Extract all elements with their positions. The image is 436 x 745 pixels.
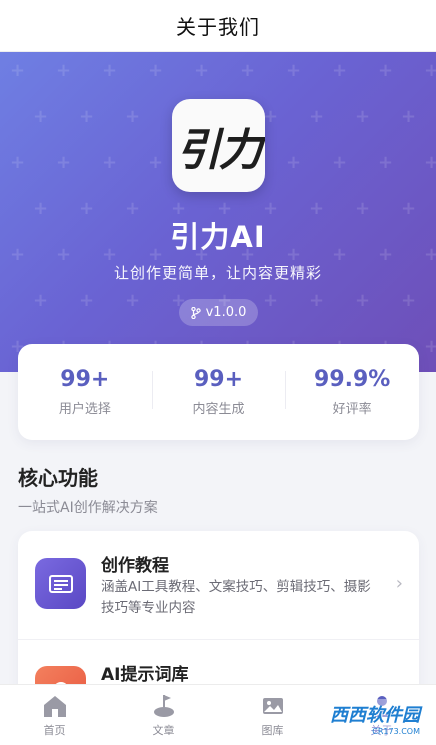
pattern-plus: + <box>332 152 348 173</box>
pattern-plus: + <box>424 152 436 173</box>
pattern-plus: + <box>401 290 417 311</box>
stat-rating: 99.9% 好评率 <box>285 367 419 417</box>
pattern-plus: + <box>286 152 302 173</box>
version-text: v1.0.0 <box>205 305 247 320</box>
pattern-plus: + <box>125 290 141 311</box>
pattern-plus: + <box>332 60 348 81</box>
top-bar: 关于我们 <box>0 0 436 52</box>
pattern-plus: + <box>56 60 72 81</box>
chevron-right-icon: › <box>395 573 403 594</box>
pattern-plus: + <box>33 290 49 311</box>
pattern-plus: + <box>355 290 371 311</box>
stat-value: 99.9% <box>314 367 391 392</box>
hero-banner: + + + + + + + + + + + + + + + + + + + + + + + + + + + + + + + + + + + + + + + +… <box>0 52 436 372</box>
app-name: 引力AI <box>170 220 266 254</box>
nav-item-articles[interactable]: 文章 <box>109 685 218 745</box>
stat-label: 内容生成 <box>192 402 245 417</box>
pattern-plus: + <box>378 152 394 173</box>
pattern-plus: + <box>10 152 26 173</box>
stat-value: 99+ <box>60 367 110 392</box>
pattern-plus: + <box>424 336 436 357</box>
pattern-plus: + <box>56 152 72 173</box>
pattern-plus: + <box>286 60 302 81</box>
app-logo: 引力 <box>172 99 265 192</box>
branch-icon <box>190 306 201 319</box>
nav-item-gallery[interactable]: 图库 <box>218 685 327 745</box>
pattern-plus: + <box>263 106 279 127</box>
nav-label: 关于 <box>370 724 393 737</box>
pattern-plus: + <box>240 60 256 81</box>
pattern-plus: + <box>125 106 141 127</box>
feature-title: 创作教程 <box>101 556 169 576</box>
pattern-plus: + <box>355 106 371 127</box>
nav-label: 文章 <box>152 724 175 737</box>
stat-label: 好评率 <box>332 402 372 417</box>
feature-title: AI提示词库 <box>101 665 189 685</box>
stats-card: 99+ 用户选择 99+ 内容生成 99.9% 好评率 <box>18 344 419 440</box>
stat-content: 99+ 内容生成 <box>151 367 286 417</box>
article-icon <box>153 695 174 717</box>
feature-item-tutorials[interactable]: 创作教程 涵盖AI工具教程、文案技巧、剪辑技巧、摄影技巧等专业内容 › <box>18 531 419 639</box>
nav-item-home[interactable]: 首页 <box>0 685 109 745</box>
feature-description: 涵盖AI工具教程、文案技巧、剪辑技巧、摄影技巧等专业内容 <box>101 579 371 616</box>
pattern-plus: + <box>102 60 118 81</box>
stat-value: 99+ <box>193 367 244 392</box>
pattern-plus: + <box>33 106 49 127</box>
pattern-plus: + <box>194 60 210 81</box>
pattern-plus: + <box>378 60 394 81</box>
pattern-plus: + <box>309 106 325 127</box>
pattern-plus: + <box>309 290 325 311</box>
home-icon <box>43 696 66 717</box>
nav-item-about[interactable]: 关于 <box>327 685 436 745</box>
book-icon <box>35 558 86 609</box>
pattern-plus: + <box>148 152 164 173</box>
about-icon <box>372 696 391 717</box>
gallery-icon <box>262 698 283 714</box>
app-slogan: 让创作更简单，让内容更精彩 <box>113 264 322 282</box>
pattern-plus: + <box>424 60 436 81</box>
pattern-plus: + <box>79 290 95 311</box>
stat-label: 用户选择 <box>58 402 111 417</box>
page-title: 关于我们 <box>176 15 260 39</box>
pattern-plus: + <box>401 106 417 127</box>
nav-label: 首页 <box>43 724 66 737</box>
section-subtitle: 一站式AI创作解决方案 <box>18 500 158 516</box>
pattern-plus: + <box>79 106 95 127</box>
pattern-plus: + <box>263 290 279 311</box>
nav-label: 图库 <box>261 724 284 737</box>
pattern-plus: + <box>10 60 26 81</box>
pattern-plus: + <box>102 152 118 173</box>
app-logo-text: 引力 <box>176 124 263 176</box>
bottom-nav: 首页 文章 图库 关于 <box>0 684 436 745</box>
pattern-plus: + <box>148 60 164 81</box>
version-badge: v1.0.0 <box>179 299 258 326</box>
section-title: 核心功能 <box>18 466 98 490</box>
stat-users: 99+ 用户选择 <box>18 367 152 417</box>
